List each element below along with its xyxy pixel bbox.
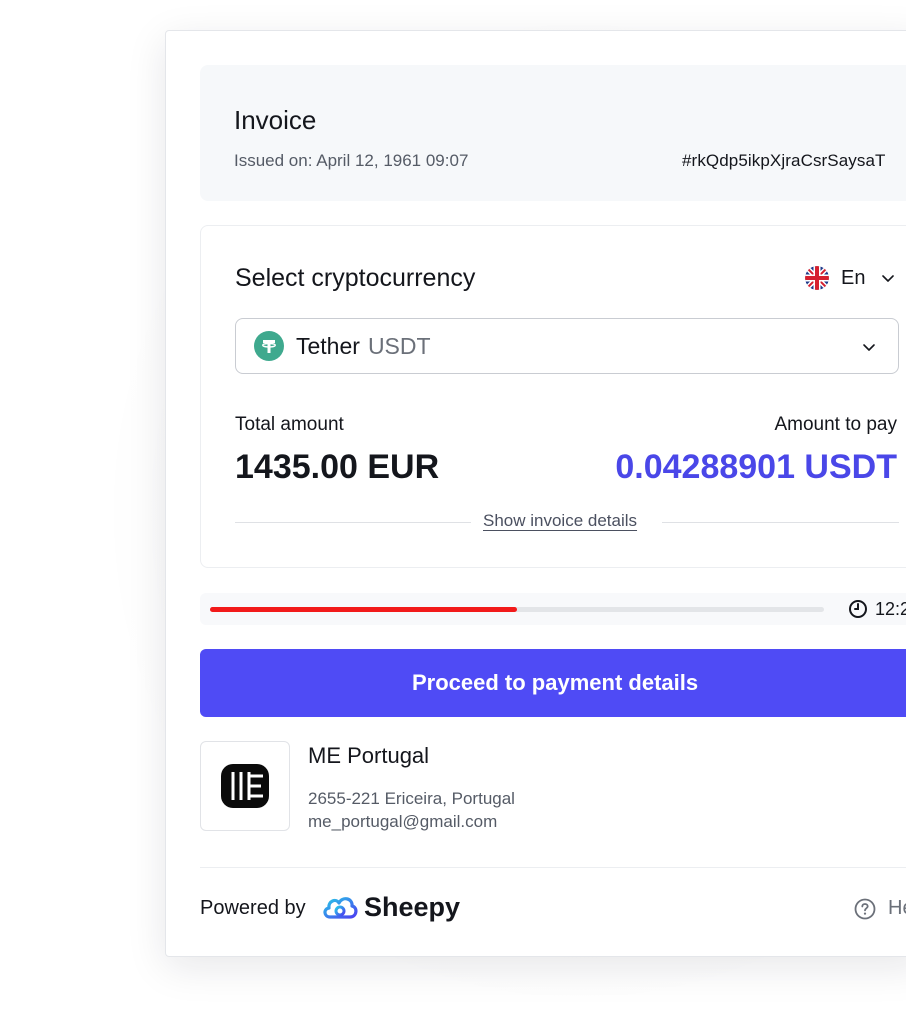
amount-to-pay-value: 0.04288901 USDT: [615, 448, 897, 486]
invoice-header: Invoice Issued on: April 12, 1961 09:07 …: [200, 65, 906, 201]
sheepy-brand[interactable]: Sheepy: [364, 892, 460, 923]
countdown-timer: 12:2: [875, 599, 906, 619]
footer-divider: [200, 867, 906, 868]
merchant-logo-icon: [221, 764, 269, 808]
issued-date: Issued on: April 12, 1961 09:07: [234, 151, 469, 170]
progress-track: [210, 607, 824, 612]
help-icon: [854, 898, 876, 919]
select-crypto-heading: Select cryptocurrency: [235, 264, 476, 292]
invoice-id: #rkQdp5ikpXjraCsrSaysaT: [682, 151, 886, 170]
clock-icon: [849, 600, 867, 618]
proceed-to-payment-button[interactable]: Proceed to payment details: [200, 649, 906, 717]
language-selector[interactable]: En: [805, 264, 895, 292]
merchant-address: 2655-221 Ericeira, Portugal: [308, 789, 515, 808]
help-label: He: [888, 897, 906, 919]
show-invoice-details-link[interactable]: Show invoice details: [483, 511, 637, 531]
total-amount-value: 1435.00 EUR: [235, 448, 440, 486]
uk-flag-icon: [805, 266, 829, 290]
help-link[interactable]: He: [854, 897, 906, 920]
crypto-dropdown[interactable]: Tether USDT: [235, 318, 899, 374]
merchant-email: me_portugal@gmail.com: [308, 812, 498, 831]
total-amount-label: Total amount: [235, 414, 344, 435]
merchant-logo: [200, 741, 290, 831]
invoice-title: Invoice: [234, 105, 317, 135]
progress-fill: [210, 607, 517, 612]
amount-to-pay-label: Amount to pay: [774, 414, 897, 435]
language-label: En: [841, 266, 866, 289]
divider: [235, 522, 471, 523]
chevron-down-icon: [863, 344, 875, 351]
tether-icon: [254, 331, 284, 361]
merchant-name: ME Portugal: [308, 743, 430, 768]
chevron-down-icon: [882, 275, 895, 282]
crypto-panel: Select cryptocurrency En Tether USDT Tot…: [200, 225, 906, 568]
countdown-bar: 12:2: [200, 593, 906, 625]
divider: [662, 522, 899, 523]
invoice-card: Invoice Issued on: April 12, 1961 09:07 …: [165, 30, 906, 957]
sheepy-logo-icon: [323, 897, 358, 919]
crypto-code: USDT: [367, 332, 431, 359]
crypto-name: Tether: [296, 332, 360, 359]
powered-by-label: Powered by: [200, 897, 306, 919]
